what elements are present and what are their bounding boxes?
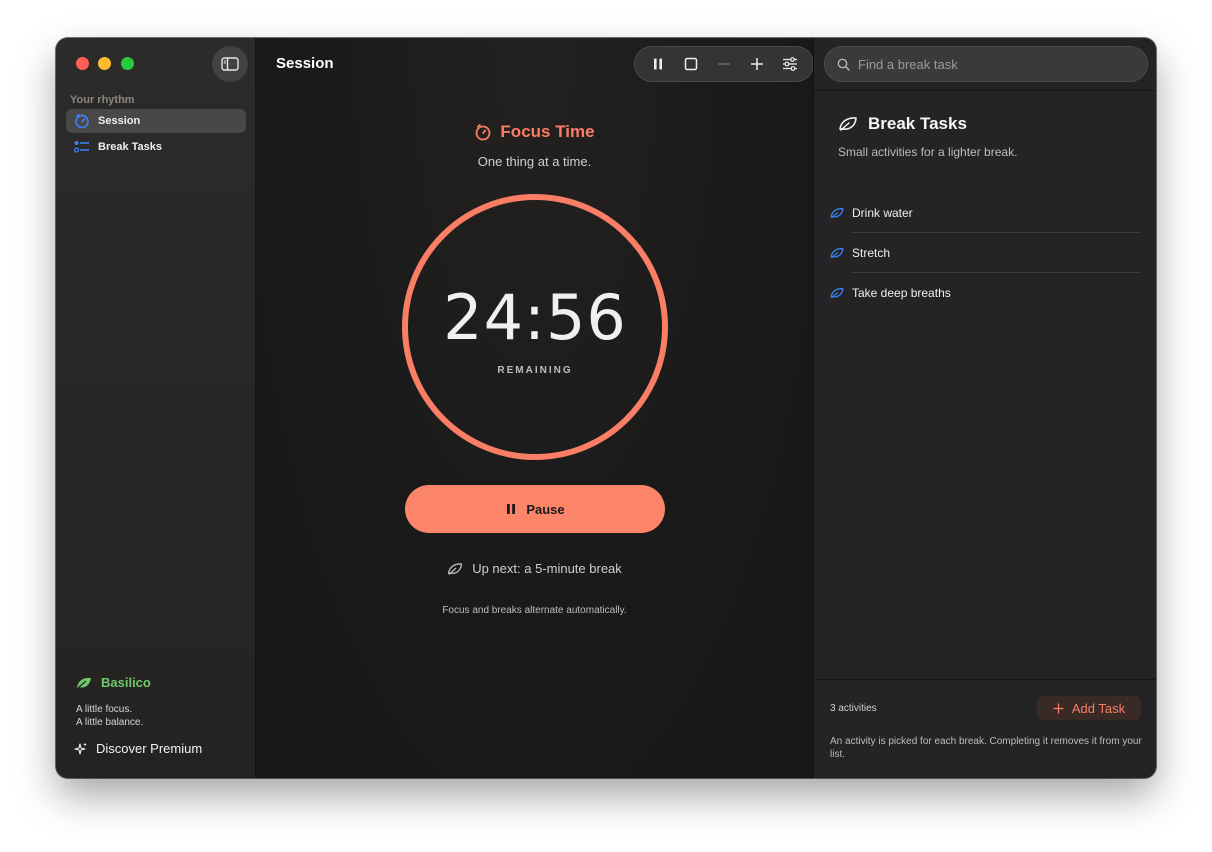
list-icon (74, 139, 90, 155)
plus-icon (1053, 703, 1064, 713)
leaf-icon (830, 287, 844, 299)
sidebar-section-label: Your rhythm (70, 94, 135, 106)
minimize-window-button[interactable] (98, 57, 111, 70)
sparkles-icon (74, 742, 87, 755)
break-tasks-panel: Break Tasks Small activities for a light… (813, 38, 1156, 778)
app-window: Your rhythm Session Break Tasks Basilico… (56, 38, 1156, 778)
leaf-icon (77, 677, 91, 688)
sidebar: Your rhythm Session Break Tasks Basilico… (56, 38, 256, 778)
panel-title: Break Tasks (838, 114, 967, 134)
pause-toolbar-button[interactable] (647, 53, 669, 75)
header-divider (814, 90, 1156, 91)
pause-icon (653, 58, 662, 70)
footer-note: An activity is picked for each break. Co… (830, 736, 1142, 760)
search-icon (837, 58, 850, 71)
task-label: Drink water (852, 206, 913, 220)
session-toolbar (634, 46, 814, 82)
tagline-line-2: A little balance. (76, 717, 144, 728)
stop-toolbar-button[interactable] (680, 53, 702, 75)
list-item[interactable]: Drink water (830, 193, 1141, 233)
sidebar-item-label: Break Tasks (98, 141, 163, 153)
zoom-window-button[interactable] (121, 57, 134, 70)
task-label: Stretch (852, 246, 891, 260)
sidebar-toggle-button[interactable] (212, 46, 248, 82)
decrease-toolbar-button[interactable] (713, 53, 735, 75)
task-list: Drink water Stretch Take deep breaths (830, 193, 1141, 313)
list-item[interactable]: Take deep breaths (830, 273, 1141, 313)
leaf-icon (830, 247, 844, 259)
timer-icon (476, 123, 491, 141)
add-task-button[interactable]: Add Task (1037, 696, 1141, 720)
pause-icon (507, 504, 516, 514)
panel-title-label: Break Tasks (868, 114, 967, 133)
panel-subtitle: Small activities for a lighter break. (838, 145, 1018, 159)
auto-note: Focus and breaks alternate automatically… (442, 605, 627, 616)
focus-subtitle: One thing at a time. (477, 154, 592, 169)
brand: Basilico (76, 675, 151, 690)
activity-count: 3 activities (830, 703, 877, 714)
sidebar-item-session[interactable]: Session (66, 109, 246, 133)
discover-premium-button[interactable]: Discover Premium (74, 741, 202, 756)
up-next: Up next: a 5-minute break (256, 561, 813, 576)
settings-toolbar-button[interactable] (779, 53, 801, 75)
focus-title-label: Focus Time (500, 122, 595, 141)
list-item[interactable]: Stretch (830, 233, 1141, 273)
up-next-label: Up next: a 5-minute break (472, 561, 622, 576)
footer-divider (814, 679, 1156, 680)
page-title: Session (276, 55, 334, 72)
timer-display: 24:56 (443, 281, 627, 354)
close-window-button[interactable] (76, 57, 89, 70)
sliders-icon (783, 57, 798, 71)
focus-title: Focus Time (256, 122, 813, 142)
leaf-icon (448, 562, 463, 575)
plus-icon (751, 58, 764, 70)
tagline: A little focus. A little balance. (76, 703, 143, 729)
search-bar (824, 46, 1148, 82)
timer-icon (74, 113, 90, 129)
session-panel: Session Focus Time One thing at a time. … (256, 38, 814, 778)
leaf-icon (839, 117, 857, 132)
discover-premium-label: Discover Premium (96, 741, 203, 756)
task-label: Take deep breaths (852, 286, 951, 300)
sidebar-item-label: Session (98, 115, 141, 127)
tagline-line-1: A little focus. (76, 704, 133, 715)
minus-icon (717, 63, 730, 65)
sidebar-item-break-tasks[interactable]: Break Tasks (66, 135, 246, 159)
brand-name: Basilico (101, 675, 151, 690)
stop-icon (684, 57, 698, 71)
increase-toolbar-button[interactable] (746, 53, 768, 75)
search-input[interactable] (858, 56, 1128, 72)
leaf-icon (830, 207, 844, 219)
pause-button[interactable]: Pause (405, 485, 665, 533)
pause-button-label: Pause (526, 501, 565, 517)
remaining-label: REMAINING (497, 365, 573, 376)
sidebar-icon (221, 57, 239, 71)
add-task-label: Add Task (1071, 700, 1126, 716)
